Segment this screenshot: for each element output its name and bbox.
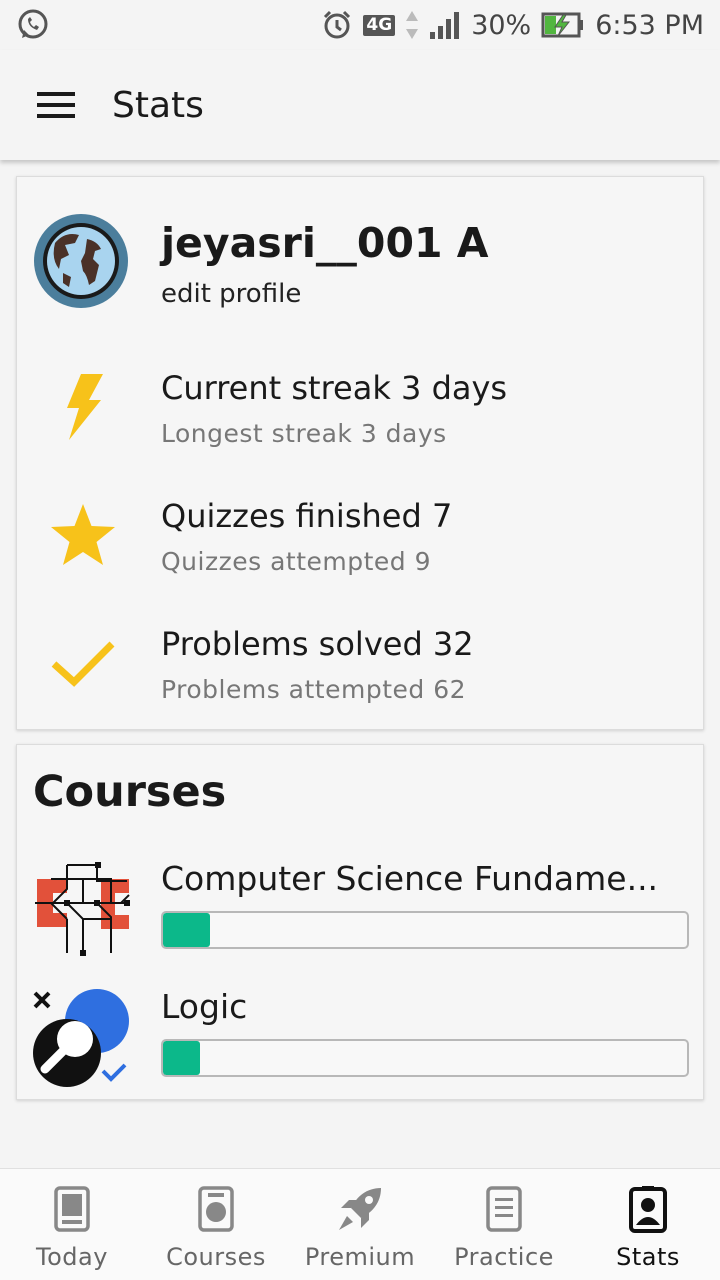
stat-row-quizzes: Quizzes finished 7 Quizzes attempted 9 — [17, 483, 703, 611]
courses-icon — [192, 1185, 240, 1233]
stats-profile-icon — [624, 1185, 672, 1233]
current-streak-text: Current streak 3 days — [161, 369, 508, 407]
course-item-logic[interactable]: Logic — [17, 987, 703, 1107]
page-title: Stats — [112, 84, 204, 126]
app-bar: Stats — [0, 50, 720, 160]
cs-fundamentals-icon — [31, 859, 131, 959]
nav-item-premium[interactable]: Premium — [288, 1169, 432, 1280]
menu-button[interactable] — [0, 50, 112, 160]
courses-heading: Courses — [33, 767, 227, 817]
username: jeyasri__001 A — [161, 219, 489, 267]
longest-streak-text: Longest streak 3 days — [161, 419, 447, 448]
progress-fill — [163, 913, 211, 947]
course-item-cs-fundamentals[interactable]: Computer Science Fundame... — [17, 859, 703, 979]
edit-profile-link[interactable]: edit profile — [161, 279, 301, 309]
star-icon — [45, 497, 121, 573]
nav-item-stats[interactable]: Stats — [576, 1169, 720, 1280]
nav-label: Courses — [166, 1243, 266, 1271]
data-arrows-icon — [405, 9, 419, 41]
quizzes-attempted-text: Quizzes attempted 9 — [161, 547, 431, 576]
progress-fill — [163, 1041, 200, 1075]
quizzes-finished-text: Quizzes finished 7 — [161, 497, 453, 535]
clock-time: 6:53 PM — [595, 9, 704, 41]
nav-item-courses[interactable]: Courses — [144, 1169, 288, 1280]
profile-row[interactable]: jeyasri__001 A edit profile — [17, 177, 703, 337]
nav-label: Practice — [454, 1243, 554, 1271]
battery-charging-icon — [541, 11, 585, 39]
checkmark-icon — [45, 625, 121, 701]
nav-label: Today — [36, 1243, 108, 1271]
nav-item-today[interactable]: Today — [0, 1169, 144, 1280]
nav-label: Premium — [304, 1243, 416, 1271]
bottom-navigation: Today Courses Premium Practice Stats — [0, 1168, 720, 1280]
profile-stats-card: jeyasri__001 A edit profile Current stre… — [16, 176, 704, 730]
signal-icon — [429, 10, 461, 40]
courses-card: Courses Computer Science Fundame... Logi… — [16, 744, 704, 1100]
alarm-icon — [321, 9, 353, 41]
problems-solved-text: Problems solved 32 — [161, 625, 474, 663]
rocket-icon — [336, 1185, 384, 1233]
practice-icon — [480, 1185, 528, 1233]
nav-item-practice[interactable]: Practice — [432, 1169, 576, 1280]
course-name: Computer Science Fundame... — [161, 859, 659, 898]
course-progress-bar — [161, 1039, 689, 1077]
whatsapp-icon — [16, 8, 50, 42]
network-type: 4G — [363, 14, 396, 36]
status-bar: 4G 30% 6:53 PM — [0, 0, 720, 50]
today-icon — [48, 1185, 96, 1233]
course-name: Logic — [161, 987, 248, 1026]
lightning-icon — [45, 369, 121, 445]
battery-percent: 30% — [471, 9, 532, 41]
stat-row-streak: Current streak 3 days Longest streak 3 d… — [17, 355, 703, 483]
course-progress-bar — [161, 911, 689, 949]
logic-icon — [31, 987, 131, 1087]
nav-label: Stats — [616, 1243, 680, 1271]
problems-attempted-text: Problems attempted 62 — [161, 675, 467, 704]
hamburger-menu-icon — [37, 92, 75, 118]
stat-row-problems: Problems solved 32 Problems attempted 62 — [17, 611, 703, 739]
globe-avatar-icon — [33, 213, 129, 309]
